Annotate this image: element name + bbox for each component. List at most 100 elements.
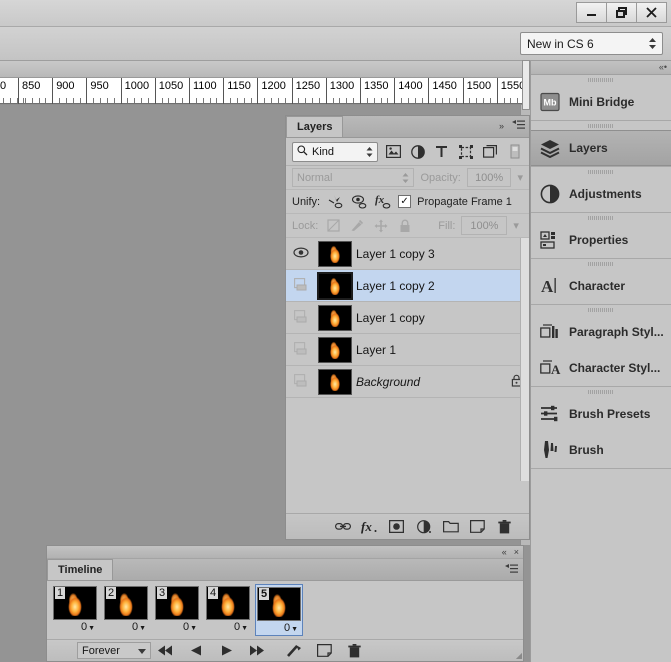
animation-frame[interactable]: 3 0▼ (153, 584, 201, 634)
layers-scrollbar[interactable] (520, 238, 529, 481)
frame-thumbnail[interactable]: 2 (104, 586, 148, 620)
tween-button[interactable] (279, 641, 309, 661)
workspace-switcher[interactable]: New in CS 6 (520, 32, 663, 55)
opacity-slider-arrow-icon[interactable]: ▾ (517, 171, 523, 184)
layer-visibility-toggle[interactable] (288, 277, 314, 294)
layer-thumbnail[interactable] (314, 240, 356, 267)
frame-delay-select[interactable]: 0▼ (205, 621, 251, 633)
layer-row[interactable]: Background (286, 366, 529, 398)
layer-row[interactable]: Layer 1 copy 3 (286, 238, 529, 270)
animation-frame[interactable]: 4 0▼ (204, 584, 252, 634)
layer-row[interactable]: Layer 1 copy (286, 302, 529, 334)
close-button[interactable] (636, 2, 667, 23)
layer-thumbnail[interactable] (314, 271, 356, 300)
frame-thumbnail[interactable]: 4 (206, 586, 250, 620)
frame-delay-select[interactable]: 0▼ (257, 622, 301, 634)
layer-name[interactable]: Background (356, 375, 503, 389)
frame-thumbnail[interactable]: 3 (155, 586, 199, 620)
previous-frame-button[interactable] (181, 641, 211, 661)
filter-toggle-icon[interactable] (506, 143, 523, 160)
propagate-frame-checkbox[interactable]: ✓ (398, 195, 412, 208)
panel-menu-icon[interactable] (512, 120, 525, 132)
layer-name[interactable]: Layer 1 (356, 343, 503, 357)
dock-item-paragraph-styl[interactable]: Paragraph Styl... (531, 314, 671, 350)
layer-row[interactable]: Layer 1 (286, 334, 529, 366)
unify-visibility-icon[interactable] (350, 193, 368, 211)
dock-group-grip[interactable] (531, 305, 671, 314)
dock-group-grip[interactable] (531, 75, 671, 84)
dock-item-layers[interactable]: Layers (531, 130, 671, 166)
adjustment-layer-icon[interactable] (415, 518, 432, 535)
horizontal-ruler[interactable]: 0 850 900 950 1000 1050 1100 1150 1200 1250 1300 13… (0, 61, 530, 105)
lock-position-icon[interactable] (372, 217, 390, 235)
add-mask-icon[interactable] (388, 518, 405, 535)
filter-kind-select[interactable]: Kind (292, 141, 378, 162)
collapse-panel-icon[interactable]: » (499, 121, 504, 131)
dock-item-brush-presets[interactable]: Brush Presets (531, 396, 671, 432)
next-frame-button[interactable] (241, 641, 271, 661)
layer-thumbnail[interactable] (314, 304, 356, 331)
close-timeline-icon[interactable]: × (514, 546, 519, 558)
collapse-timeline-icon[interactable]: « (502, 546, 507, 558)
lock-transparent-icon[interactable] (324, 217, 342, 235)
play-button[interactable] (211, 641, 241, 661)
dock-group-grip[interactable] (531, 121, 671, 130)
duplicate-frame-button[interactable] (309, 641, 339, 661)
layer-style-fx-icon[interactable]: fx (361, 518, 378, 535)
frame-delay-select[interactable]: 0▼ (103, 621, 149, 633)
fill-slider-arrow-icon[interactable]: ▾ (513, 219, 519, 232)
smart-object-filter-icon[interactable] (481, 143, 498, 160)
layer-visibility-toggle[interactable] (288, 309, 314, 326)
animation-frame[interactable]: 1 0▼ (51, 584, 99, 634)
layer-name[interactable]: Layer 1 copy 2 (356, 279, 503, 293)
link-layers-icon[interactable] (334, 518, 351, 535)
collapse-dock-icon[interactable]: «• (659, 62, 667, 73)
unify-style-icon[interactable]: fx (374, 193, 392, 211)
layer-visibility-toggle[interactable] (288, 373, 314, 390)
layer-visibility-toggle[interactable] (288, 341, 314, 358)
pixel-filter-icon[interactable] (385, 143, 402, 160)
layer-name[interactable]: Layer 1 copy 3 (356, 247, 503, 261)
select-first-frame-button[interactable] (151, 641, 181, 661)
loop-options-select[interactable]: Forever (77, 642, 151, 659)
delete-layer-icon[interactable] (496, 518, 513, 535)
new-layer-icon[interactable] (469, 518, 486, 535)
delete-frame-button[interactable] (339, 641, 369, 661)
animation-frame[interactable]: 5 0▼ (255, 584, 303, 636)
restore-button[interactable] (606, 2, 637, 23)
layer-thumbnail[interactable] (314, 336, 356, 363)
timeline-resize-grip[interactable]: ◢ (516, 651, 522, 660)
dock-group-grip[interactable] (531, 259, 671, 268)
frame-thumbnail[interactable]: 1 (53, 586, 97, 620)
new-group-icon[interactable] (442, 518, 459, 535)
blend-mode-select[interactable]: Normal (292, 168, 415, 187)
dock-group-grip[interactable] (531, 387, 671, 396)
dock-item-character[interactable]: A Character (531, 268, 671, 304)
fill-field[interactable]: 100% (461, 216, 508, 235)
type-filter-icon[interactable] (433, 143, 450, 160)
dock-item-character-styl[interactable]: A Character Styl... (531, 350, 671, 386)
scrollbar-thumb[interactable] (522, 60, 530, 110)
dock-item-properties[interactable]: Properties (531, 222, 671, 258)
frame-thumbnail[interactable]: 5 (257, 587, 301, 621)
layer-name[interactable]: Layer 1 copy (356, 311, 503, 325)
animation-frame[interactable]: 2 0▼ (102, 584, 150, 634)
tab-timeline[interactable]: Timeline (47, 559, 114, 580)
lock-all-icon[interactable] (396, 217, 414, 235)
dock-group-grip[interactable] (531, 213, 671, 222)
frame-delay-select[interactable]: 0▼ (52, 621, 98, 633)
unify-position-icon[interactable] (326, 193, 344, 211)
dock-item-brush[interactable]: Brush (531, 432, 671, 468)
layer-visibility-toggle[interactable] (288, 246, 314, 261)
shape-filter-icon[interactable] (457, 143, 474, 160)
timeline-menu-icon[interactable] (505, 564, 518, 576)
layer-row[interactable]: Layer 1 copy 2 (286, 270, 529, 302)
minimize-button[interactable] (576, 2, 607, 23)
layer-thumbnail[interactable] (314, 368, 356, 395)
frame-delay-select[interactable]: 0▼ (154, 621, 200, 633)
tab-layers[interactable]: Layers (286, 116, 344, 137)
adjustment-filter-icon[interactable] (409, 143, 426, 160)
dock-group-grip[interactable] (531, 167, 671, 176)
dock-item-adjustments[interactable]: Adjustments (531, 176, 671, 212)
dock-item-mini-bridge[interactable]: Mb Mini Bridge (531, 84, 671, 120)
